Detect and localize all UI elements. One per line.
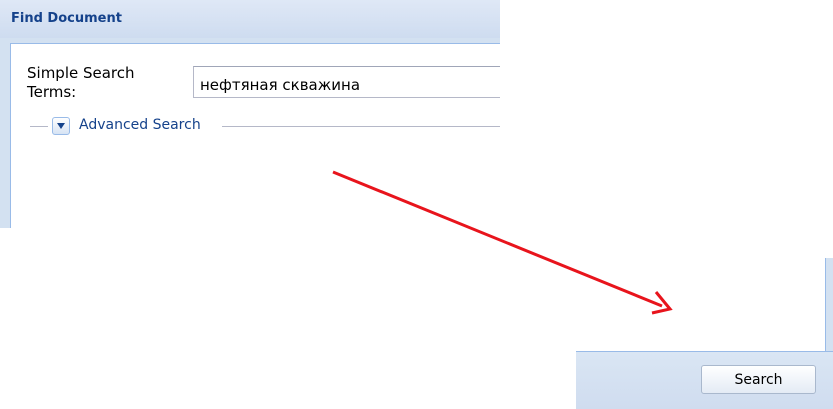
find-document-footer: Search (576, 258, 833, 409)
search-button[interactable]: Search (701, 365, 816, 394)
